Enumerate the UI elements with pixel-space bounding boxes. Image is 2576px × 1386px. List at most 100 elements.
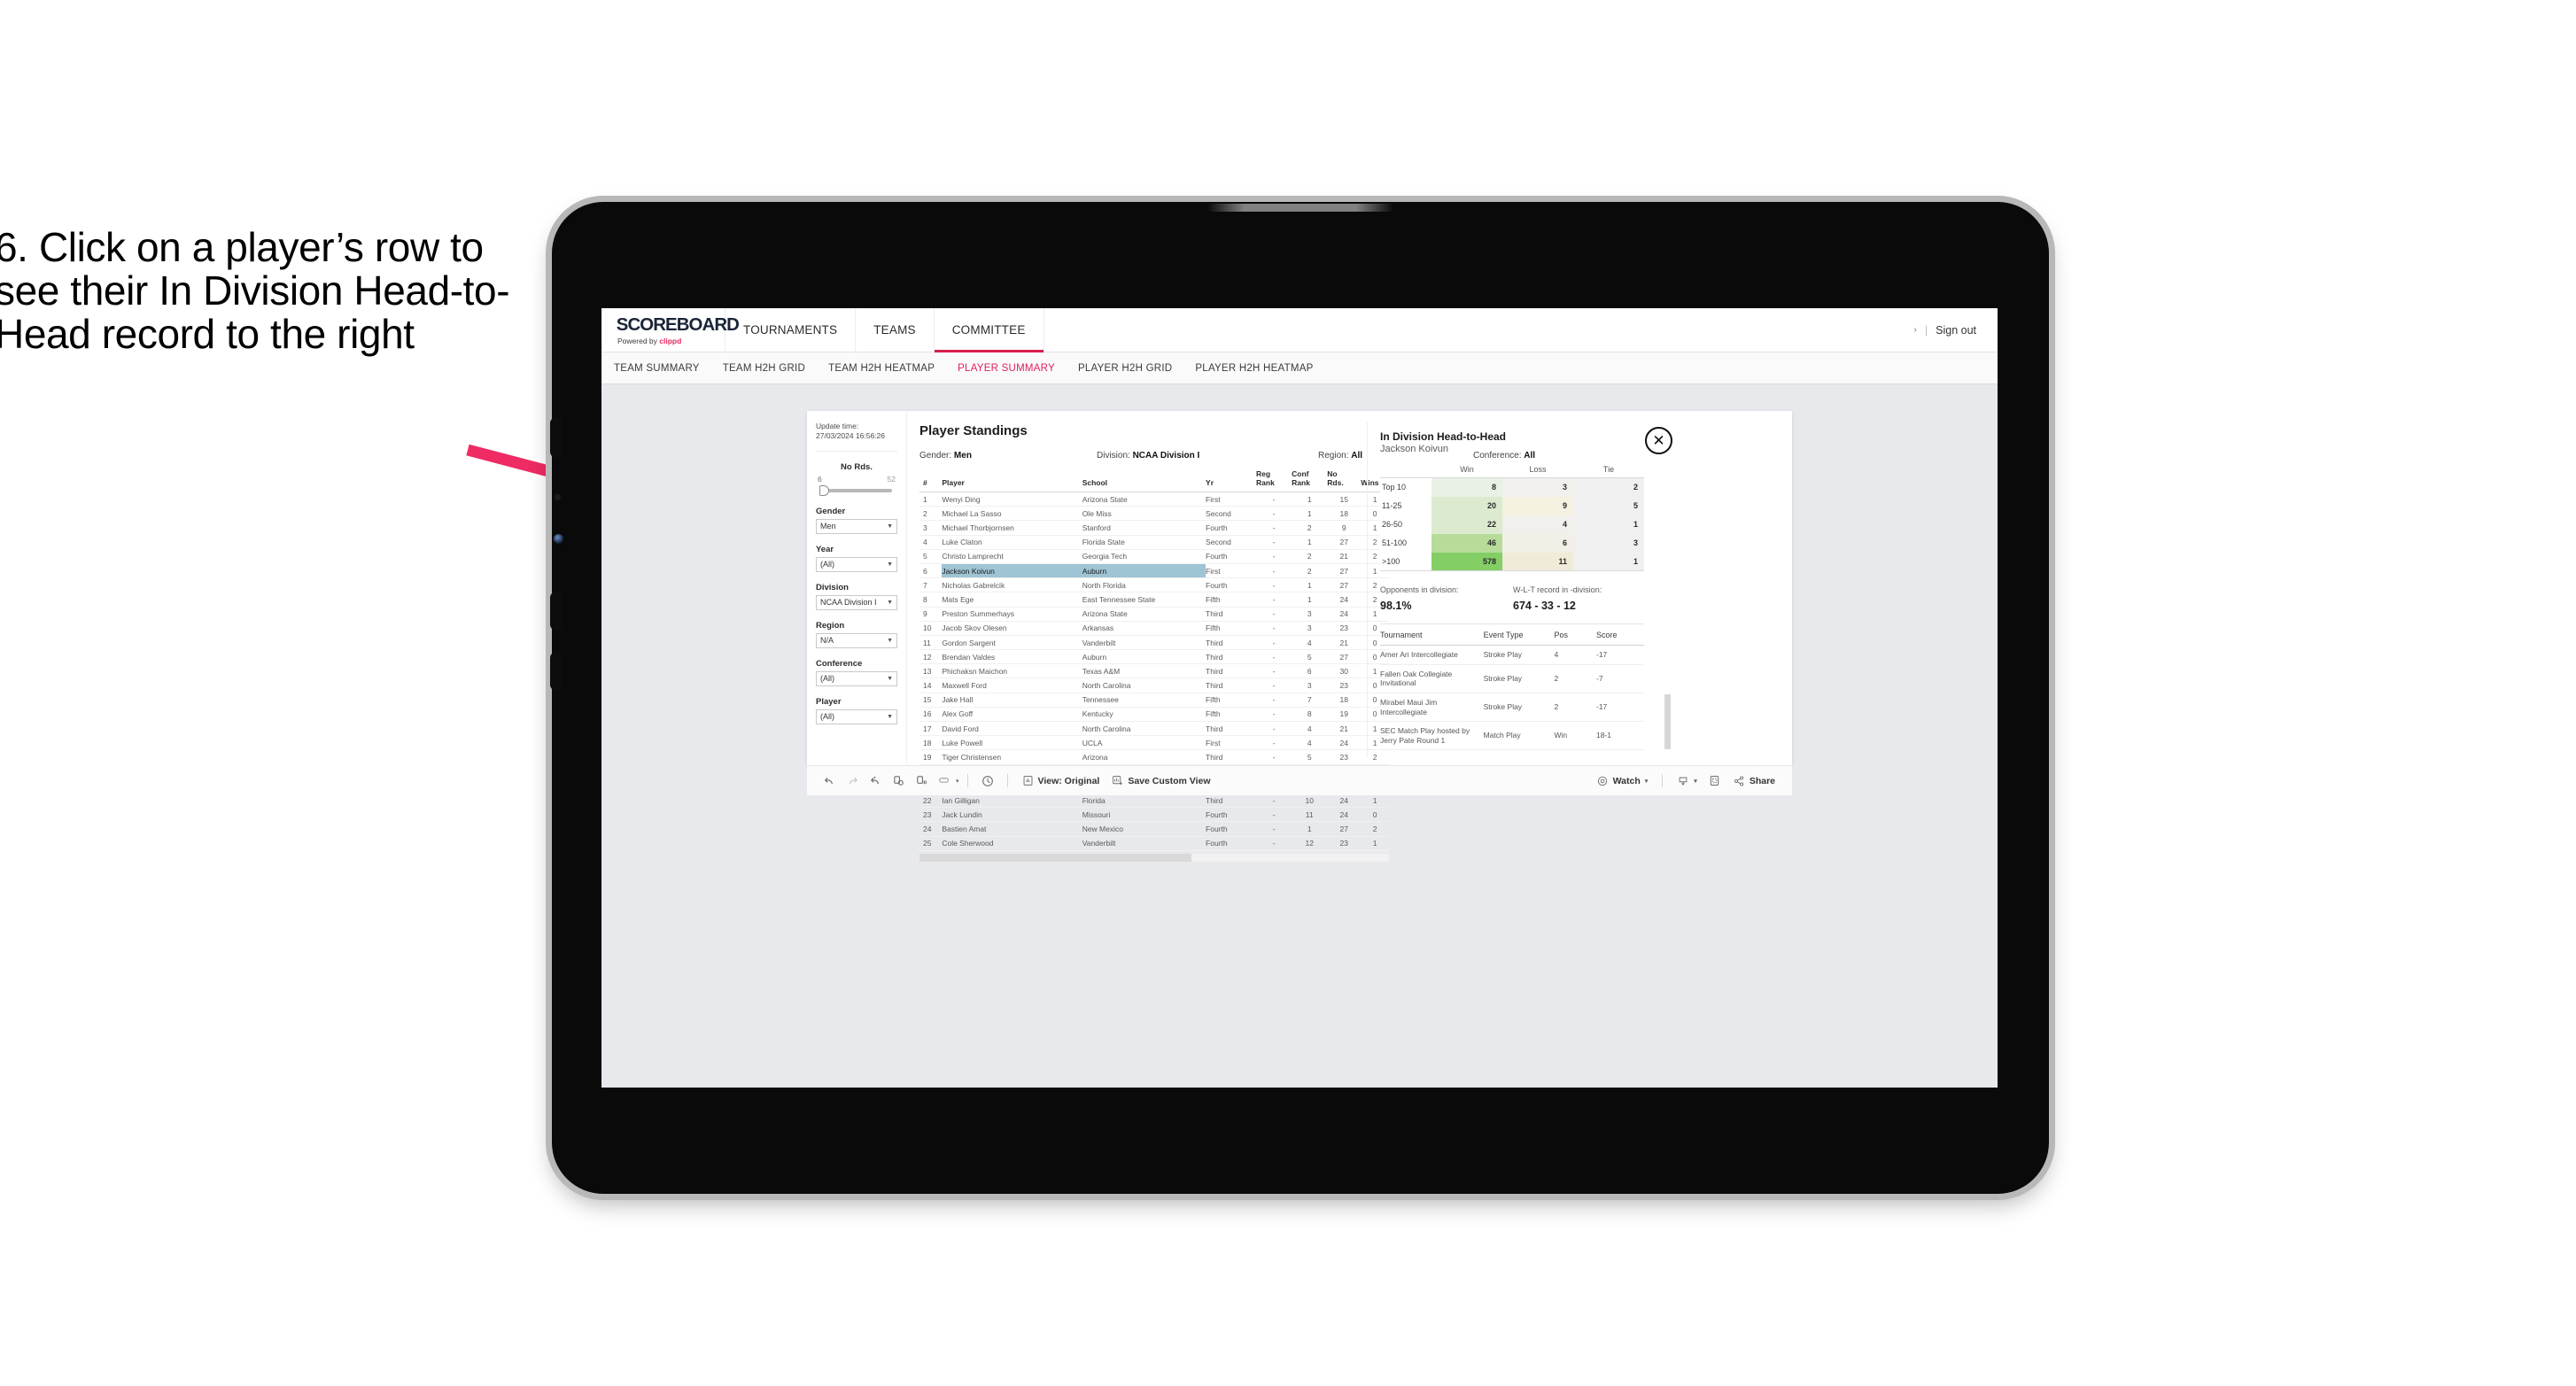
tournament-row[interactable]: Fallen Oak Collegiate Invitational Stroke… xyxy=(1380,664,1644,693)
cell-yr: Fourth xyxy=(1206,520,1257,536)
cell-conf-rank: 7 xyxy=(1292,693,1328,708)
watch-chevron-icon[interactable]: ▾ xyxy=(1645,778,1649,785)
tournament-row[interactable]: SEC Match Play hosted by Jerry Pate Roun… xyxy=(1380,721,1644,751)
refresh-data-icon[interactable] xyxy=(887,770,910,793)
tab-player-h2h-heatmap[interactable]: PLAYER H2H HEATMAP xyxy=(1195,363,1313,374)
table-row[interactable]: 12 Brendan Valdes Auburn Third -5 27 0 xyxy=(919,649,1389,665)
col-reg-rank[interactable]: Reg Rank xyxy=(1256,469,1292,493)
table-row[interactable]: 1 Wenyi Ding Arizona State First -1 15 1 xyxy=(919,492,1389,507)
view-original-button[interactable]: View: Original xyxy=(1016,775,1106,786)
table-row[interactable]: 16 Alex Goff Kentucky Fifth -8 19 0 xyxy=(919,707,1389,723)
table-row[interactable]: 3 Michael Thorbjornsen Stanford Fourth -2 9 1 xyxy=(919,520,1389,536)
table-row[interactable]: 9 Preston Summerhays Arizona State Third -3 2… xyxy=(919,607,1389,622)
cell-no-rds: 24 xyxy=(1327,592,1362,608)
revert-icon[interactable] xyxy=(864,770,887,793)
filter-year-select[interactable]: (All) ▼ xyxy=(816,556,897,572)
table-row[interactable]: 11 Gordon Sargent Vanderbilt Third -4 21 0 xyxy=(919,635,1389,651)
save-custom-view-button[interactable]: Save Custom View xyxy=(1106,775,1216,786)
table-row[interactable]: 10 Jacob Skov Olesen Arkansas Fifth -3 23 0 xyxy=(919,621,1389,636)
cell-no-rds: 21 xyxy=(1327,721,1362,737)
col-conf-rank[interactable]: Conf Rank xyxy=(1292,469,1328,493)
cell-school: North Carolina xyxy=(1082,721,1207,737)
cell-reg-rank: - xyxy=(1256,635,1292,651)
cell-no-rds: 24 xyxy=(1327,735,1362,751)
table-row[interactable]: 2 Michael La Sasso Ole Miss Second -1 18 0 xyxy=(919,506,1389,522)
sign-out-button[interactable]: Sign out xyxy=(1936,324,1976,337)
filter-division-select[interactable]: NCAA Division I ▼ xyxy=(816,594,897,610)
cell-player: Preston Summerhays xyxy=(942,607,1082,622)
table-row[interactable]: 6 Jackson Koivun Auburn First -2 27 1 xyxy=(919,563,1389,579)
redo-icon[interactable] xyxy=(841,770,864,793)
h2h-loss-cell: 11 xyxy=(1502,552,1573,571)
close-icon[interactable]: ✕ xyxy=(1645,427,1672,454)
cell-reg-rank: - xyxy=(1256,821,1292,837)
share-button[interactable]: Share xyxy=(1726,775,1781,787)
scrollbar-thumb[interactable] xyxy=(919,853,1191,862)
table-row[interactable]: 25 Cole Sherwood Vanderbilt Fourth -12 23 1 xyxy=(919,836,1389,851)
instruction-text: 6. Click on a player’s row to see their … xyxy=(0,224,510,357)
nav-committee[interactable]: COMMITTEE xyxy=(934,308,1044,352)
highlight-icon[interactable] xyxy=(933,770,956,793)
table-row[interactable]: 17 David Ford North Carolina Third -4 21 1 xyxy=(919,721,1389,737)
filter-gender-select[interactable]: Men ▼ xyxy=(816,518,897,534)
tab-player-summary[interactable]: PLAYER SUMMARY xyxy=(958,363,1055,374)
save-view-icon xyxy=(1113,776,1123,786)
no-rounds-slider[interactable] xyxy=(819,484,892,496)
table-row[interactable]: 15 Jake Hall Tennessee Fifth -7 18 0 xyxy=(919,693,1389,708)
col-score[interactable]: Score xyxy=(1595,631,1644,646)
nav-tournaments[interactable]: TOURNAMENTS xyxy=(725,308,857,352)
download-chevron-icon[interactable]: ▾ xyxy=(1694,778,1697,785)
table-row[interactable]: 4 Luke Claton Florida State Second -1 27 2 xyxy=(919,535,1389,550)
pause-updates-icon[interactable] xyxy=(910,770,933,793)
cell-school: Auburn xyxy=(1082,563,1207,579)
cell-player: Mats Ege xyxy=(942,592,1082,608)
filter-conference-select[interactable]: (All) ▼ xyxy=(816,670,897,686)
col-rank[interactable]: # xyxy=(919,470,943,493)
col-tournament[interactable]: Tournament xyxy=(1380,631,1484,646)
clock-icon[interactable] xyxy=(976,770,999,793)
tab-player-h2h-grid[interactable]: PLAYER H2H GRID xyxy=(1078,363,1172,374)
cell-school: Stanford xyxy=(1082,520,1207,536)
tournament-row[interactable]: Mirabel Maui Jim Intercollegiate Stroke P… xyxy=(1380,693,1644,723)
opponents-label: Opponents in division: xyxy=(1380,585,1459,594)
table-row[interactable]: 14 Maxwell Ford North Carolina Third -3 23 0 xyxy=(919,678,1389,693)
col-player[interactable]: Player xyxy=(942,470,1082,493)
col-event-type[interactable]: Event Type xyxy=(1483,631,1555,646)
table-header-row: # Player School Yr Reg Rank Conf Rank No Rd… xyxy=(919,469,1389,493)
account-chevron-icon[interactable]: › xyxy=(1914,325,1917,335)
nav-teams[interactable]: TEAMS xyxy=(856,308,935,352)
watch-button[interactable]: Watch ▾ xyxy=(1590,775,1655,787)
table-row[interactable]: 5 Christo Lamprecht Georgia Tech Fourth -2 21… xyxy=(919,549,1389,564)
filter-region-select[interactable]: N/A ▼ xyxy=(816,632,897,648)
tournament-row[interactable]: Amer Ari Intercollegiate Stroke Play 4 -17 xyxy=(1380,645,1644,665)
table-row[interactable]: 23 Jack Lundin Missouri Fourth -11 24 0 xyxy=(919,807,1389,823)
cell-rank: 8 xyxy=(919,592,943,608)
cell-pos: 2 xyxy=(1554,664,1596,693)
table-row[interactable]: 19 Tiger Christensen Arizona Third -5 23 2 xyxy=(919,749,1389,765)
table-row[interactable]: 7 Nicholas Gabrelcik North Florida Fourth -1… xyxy=(919,577,1389,593)
highlight-chevron-icon[interactable]: ▾ xyxy=(956,778,959,785)
col-no-rds[interactable]: No Rds. xyxy=(1327,469,1362,493)
cell-conf-rank: 1 xyxy=(1292,592,1328,608)
tournament-scrollbar[interactable] xyxy=(1664,694,1671,749)
tab-team-summary[interactable]: TEAM SUMMARY xyxy=(614,363,700,374)
slider-handle[interactable] xyxy=(819,484,829,496)
tab-team-h2h-heatmap[interactable]: TEAM H2H HEATMAP xyxy=(828,363,935,374)
table-row[interactable]: 24 Bastien Amat New Mexico Fourth -1 27 2 xyxy=(919,821,1389,837)
fullscreen-icon[interactable] xyxy=(1703,770,1726,793)
cell-reg-rank: - xyxy=(1256,563,1292,579)
col-school[interactable]: School xyxy=(1082,470,1207,493)
table-row[interactable]: 18 Luke Powell UCLA First -4 24 1 xyxy=(919,735,1389,751)
col-yr[interactable]: Yr xyxy=(1206,470,1257,493)
cell-conf-rank: 6 xyxy=(1292,663,1328,679)
filter-player-select[interactable]: (All) ▼ xyxy=(816,708,897,724)
undo-icon[interactable] xyxy=(818,770,841,793)
table-row[interactable]: 13 Phichaksn Maichon Texas A&M Third -6 30 1 xyxy=(919,663,1389,679)
table-horizontal-scrollbar[interactable] xyxy=(919,853,1389,862)
table-row[interactable]: 8 Mats Ege East Tennessee State Fifth -1 24 2 xyxy=(919,592,1389,608)
meta-region-label: Region: xyxy=(1318,451,1349,461)
cell-player: Maxwell Ford xyxy=(942,678,1082,693)
tab-team-h2h-grid[interactable]: TEAM H2H GRID xyxy=(723,363,805,374)
col-pos[interactable]: Pos xyxy=(1554,631,1596,646)
download-button[interactable]: ▾ xyxy=(1671,775,1703,787)
